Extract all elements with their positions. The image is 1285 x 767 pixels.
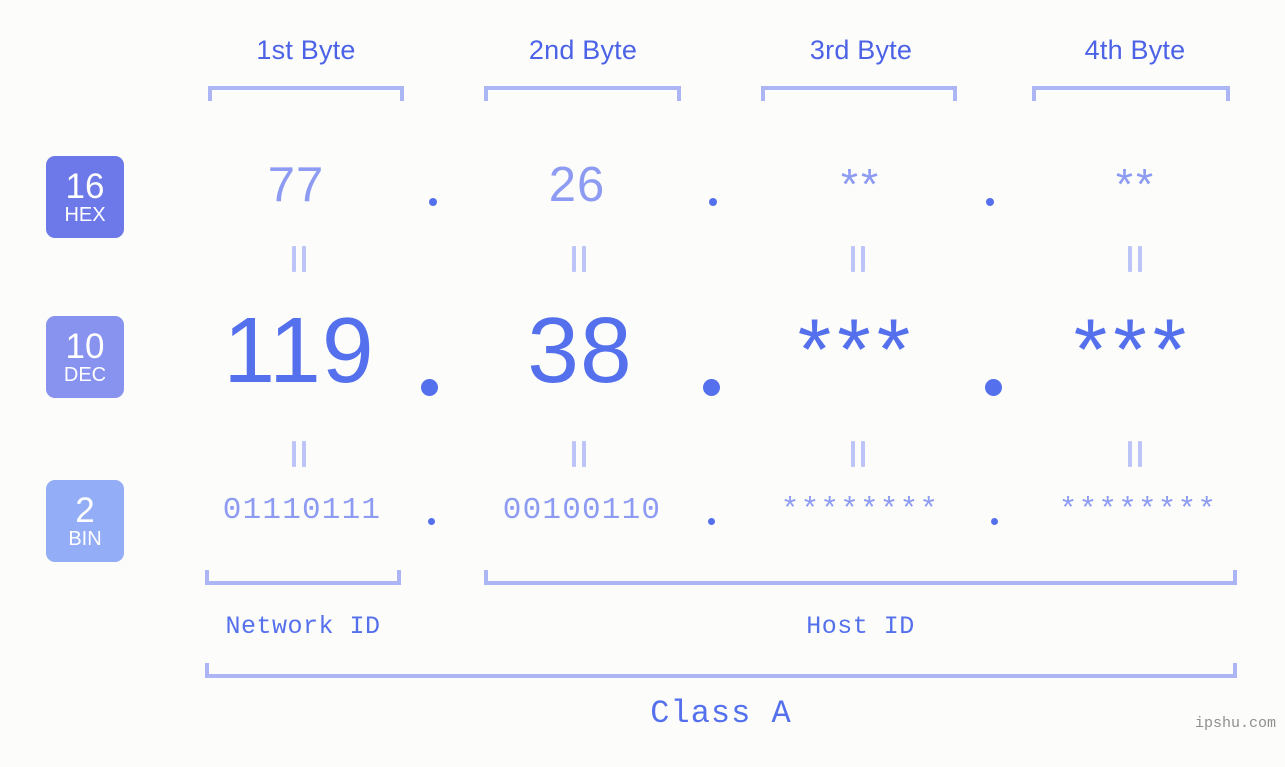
byte-header-1: 1st Byte bbox=[256, 35, 356, 65]
byte-bracket-1 bbox=[208, 86, 404, 101]
radix-badge-hex-unit: HEX bbox=[64, 203, 106, 226]
bin-value-byte-4: ******** bbox=[1058, 493, 1218, 528]
equals-hex-dec-byte-4 bbox=[1124, 246, 1146, 272]
byte-bracket-2 bbox=[484, 86, 681, 101]
hex-value-byte-3: ** bbox=[840, 160, 882, 209]
host-id-label: Host ID bbox=[806, 612, 915, 641]
dec-value-byte-4: *** bbox=[1073, 302, 1193, 398]
class-bracket bbox=[205, 663, 1237, 678]
hex-value-byte-2: 26 bbox=[548, 158, 606, 212]
radix-badge-hex-number: 16 bbox=[65, 166, 105, 206]
bin-value-byte-3: ******** bbox=[780, 493, 940, 528]
equals-dec-bin-byte-4 bbox=[1124, 441, 1146, 467]
bin-dot-separator-1 bbox=[428, 518, 435, 525]
hex-dot-separator-3 bbox=[986, 198, 994, 206]
radix-badge-bin: 2 BIN bbox=[46, 480, 124, 562]
byte-header-2: 2nd Byte bbox=[528, 35, 638, 65]
equals-dec-bin-byte-3 bbox=[847, 441, 869, 467]
radix-badge-bin-number: 2 bbox=[75, 490, 95, 530]
radix-badge-dec-unit: DEC bbox=[63, 363, 107, 386]
equals-hex-dec-byte-1 bbox=[288, 246, 310, 272]
bin-dot-separator-2 bbox=[708, 518, 715, 525]
radix-badge-bin-unit: BIN bbox=[68, 527, 102, 550]
bin-value-byte-2: 00100110 bbox=[502, 493, 662, 528]
network-id-label: Network ID bbox=[225, 612, 381, 641]
host-id-bracket bbox=[484, 570, 1237, 585]
hex-dot-separator-1 bbox=[429, 198, 437, 206]
network-id-bracket bbox=[205, 570, 401, 585]
byte-bracket-4 bbox=[1032, 86, 1230, 101]
byte-header-3: 3rd Byte bbox=[809, 35, 913, 65]
dec-value-byte-2: 38 bbox=[527, 298, 633, 402]
hex-value-byte-1: 77 bbox=[267, 158, 325, 212]
dec-value-byte-3: *** bbox=[797, 302, 917, 398]
equals-dec-bin-byte-1 bbox=[288, 441, 310, 467]
equals-hex-dec-byte-3 bbox=[847, 246, 869, 272]
dec-dot-separator-2 bbox=[703, 379, 720, 396]
byte-header-4: 4th Byte bbox=[1084, 35, 1186, 65]
radix-badge-dec-number: 10 bbox=[65, 326, 105, 366]
ip-address-byte-breakdown-diagram: 1st Byte 2nd Byte 3rd Byte 4th Byte 16 H… bbox=[0, 0, 1285, 767]
class-label: Class A bbox=[650, 695, 792, 732]
equals-dec-bin-byte-2 bbox=[568, 441, 590, 467]
equals-hex-dec-byte-2 bbox=[568, 246, 590, 272]
dec-dot-separator-1 bbox=[421, 379, 438, 396]
hex-value-byte-4: ** bbox=[1115, 160, 1157, 209]
byte-bracket-3 bbox=[761, 86, 957, 101]
radix-badge-hex: 16 HEX bbox=[46, 156, 124, 238]
hex-dot-separator-2 bbox=[709, 198, 717, 206]
radix-badge-dec: 10 DEC bbox=[46, 316, 124, 398]
bin-value-byte-1: 01110111 bbox=[222, 493, 382, 528]
dec-value-byte-1: 119 bbox=[223, 298, 375, 402]
site-watermark: ipshu.com bbox=[1194, 715, 1276, 732]
bin-dot-separator-3 bbox=[991, 518, 998, 525]
dec-dot-separator-3 bbox=[985, 379, 1002, 396]
